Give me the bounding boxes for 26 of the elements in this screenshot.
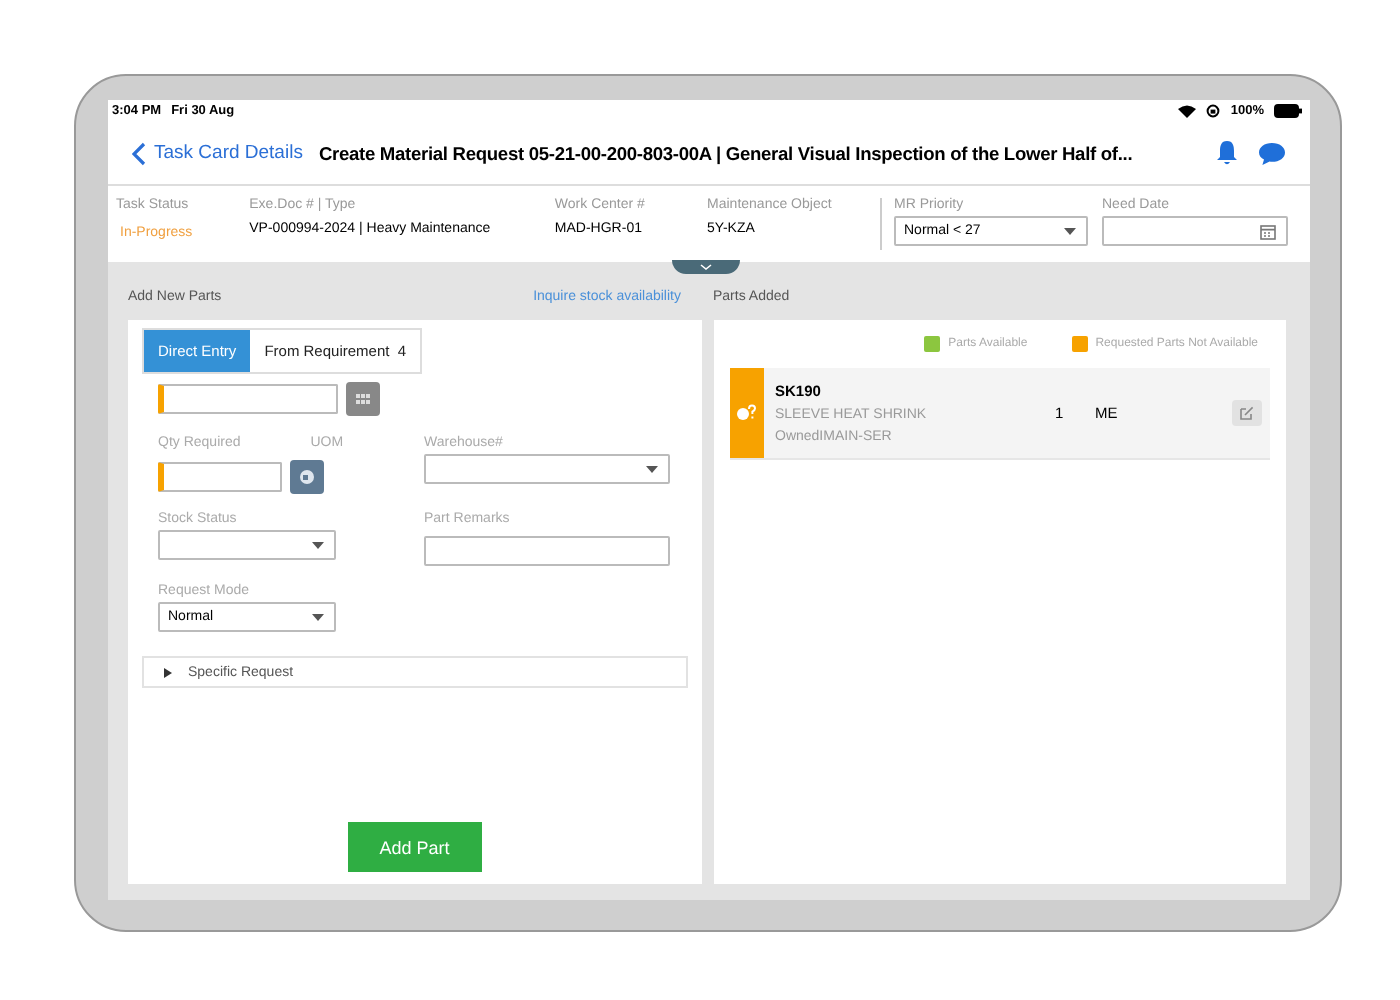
- warehouse-dropdown[interactable]: [424, 454, 670, 484]
- date-field[interactable]: [1102, 216, 1288, 246]
- dropdown-caret-icon: [312, 541, 324, 549]
- chat-bubble-icon[interactable]: [1258, 141, 1286, 165]
- dropdown-caret-icon: [1064, 227, 1076, 235]
- collapse-handle[interactable]: [672, 260, 740, 274]
- edit-icon: [1240, 406, 1254, 420]
- stock-check-button[interactable]: [290, 460, 324, 494]
- grid-icon: [356, 394, 370, 404]
- part-remarks-field[interactable]: [424, 536, 670, 566]
- battery-icon: [1274, 104, 1302, 118]
- dropdown-caret-icon: [312, 613, 324, 621]
- dropdown-caret-icon: [646, 465, 658, 473]
- bell-icon[interactable]: [1216, 140, 1238, 166]
- page-title: Create Material Request 05-21-00-200-803-00A | General Visual Inspection of the Lower Half of...: [318, 143, 1133, 163]
- back-chevron-icon[interactable]: [132, 141, 146, 165]
- expand-triangle-icon: [164, 667, 172, 677]
- stock-status-dropdown[interactable]: [158, 530, 336, 560]
- chevron-down-icon: [700, 264, 712, 270]
- wifi-icon: [1178, 104, 1197, 118]
- back-link[interactable]: Task Card Details: [154, 142, 303, 164]
- edit-button[interactable]: [1232, 400, 1262, 426]
- quantity-field[interactable]: [158, 462, 282, 492]
- calendar-icon: [1260, 223, 1276, 239]
- part-number-field[interactable]: [158, 384, 338, 414]
- grid-button[interactable]: [346, 382, 380, 416]
